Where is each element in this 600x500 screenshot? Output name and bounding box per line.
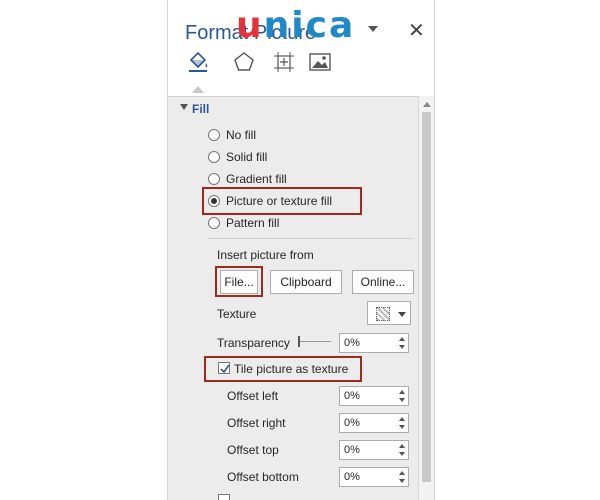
vertical-scrollbar[interactable] [418, 96, 434, 500]
logo-letters: nica [263, 5, 356, 46]
radio-button[interactable] [208, 217, 220, 229]
radio-label: Gradient fill [226, 172, 287, 186]
offset-left-spinner[interactable] [339, 386, 409, 406]
transparency-input[interactable] [340, 334, 396, 352]
offset-right-spinner[interactable] [339, 413, 409, 433]
picture-icon [309, 53, 331, 71]
radio-solid-fill[interactable]: Solid fill [208, 148, 267, 166]
radio-label: Solid fill [226, 150, 268, 164]
transparency-spinner[interactable] [339, 333, 409, 353]
spin-down-icon[interactable] [399, 452, 405, 456]
radio-button[interactable] [208, 151, 220, 163]
radio-pattern-fill[interactable]: Pattern fill [208, 214, 279, 232]
spin-up-icon[interactable] [399, 444, 405, 448]
radio-label: Pattern fill [226, 216, 280, 230]
offset-left-label: Offset left [227, 389, 279, 403]
effects-icon [234, 52, 254, 71]
insert-picture-from-label: Insert picture from [217, 248, 314, 262]
radio-no-fill[interactable]: No fill [208, 126, 256, 144]
offset-left-input[interactable] [340, 387, 396, 405]
logo-letter-u: u [236, 5, 264, 46]
radio-button[interactable] [208, 129, 220, 141]
offset-bottom-label: Offset bottom [227, 470, 299, 484]
spin-up-icon[interactable] [399, 417, 405, 421]
highlight-box-picture-fill [202, 187, 362, 215]
active-tab-indicator [192, 86, 204, 96]
offset-right-input[interactable] [340, 414, 396, 432]
transparency-label: Transparency [217, 336, 290, 350]
spin-down-icon[interactable] [399, 345, 405, 349]
pane-options-chevron-down-icon[interactable] [368, 26, 378, 32]
spin-down-icon[interactable] [399, 425, 405, 429]
fill-line-icon [189, 51, 208, 72]
spin-up-icon[interactable] [399, 390, 405, 394]
section-collapse-icon[interactable] [180, 104, 188, 110]
close-icon[interactable]: ✕ [408, 18, 425, 43]
tab-size-properties[interactable] [272, 50, 296, 74]
scroll-up-icon[interactable] [423, 102, 431, 107]
transparency-slider-track[interactable] [299, 341, 331, 342]
online-button[interactable]: Online... [352, 270, 414, 294]
texture-swatch-icon [376, 307, 390, 321]
partial-checkbox[interactable] [218, 494, 230, 500]
spin-down-icon[interactable] [399, 479, 405, 483]
highlight-box-tile [204, 356, 362, 382]
clipboard-button[interactable]: Clipboard [270, 270, 342, 294]
section-divider [208, 238, 413, 239]
texture-label: Texture [217, 307, 257, 321]
spin-up-icon[interactable] [399, 471, 405, 475]
radio-label: No fill [226, 128, 257, 142]
tab-fill-line[interactable] [186, 50, 210, 74]
offset-bottom-input[interactable] [340, 468, 396, 486]
tab-picture[interactable] [308, 50, 332, 74]
chevron-down-icon [398, 312, 406, 317]
spin-up-icon[interactable] [399, 337, 405, 341]
offset-top-label: Offset top [227, 443, 279, 457]
offset-top-input[interactable] [340, 441, 396, 459]
spin-down-icon[interactable] [399, 398, 405, 402]
texture-dropdown[interactable] [367, 301, 411, 325]
radio-button[interactable] [208, 173, 220, 185]
format-picture-pane: Format Picture unica ✕ Fill No fill Soli… [167, 0, 435, 500]
tab-effects[interactable] [232, 50, 256, 74]
highlight-box-file [215, 266, 263, 297]
scrollbar-thumb[interactable] [422, 112, 431, 482]
pane-header: Format Picture unica ✕ [168, 0, 434, 98]
offset-right-label: Offset right [227, 416, 286, 430]
offset-top-spinner[interactable] [339, 440, 409, 460]
unica-logo: unica [236, 6, 355, 46]
fill-section-title[interactable]: Fill [192, 102, 209, 116]
size-properties-icon [274, 52, 294, 72]
transparency-slider-handle[interactable] [298, 336, 300, 347]
offset-bottom-spinner[interactable] [339, 467, 409, 487]
radio-gradient-fill[interactable]: Gradient fill [208, 170, 287, 188]
